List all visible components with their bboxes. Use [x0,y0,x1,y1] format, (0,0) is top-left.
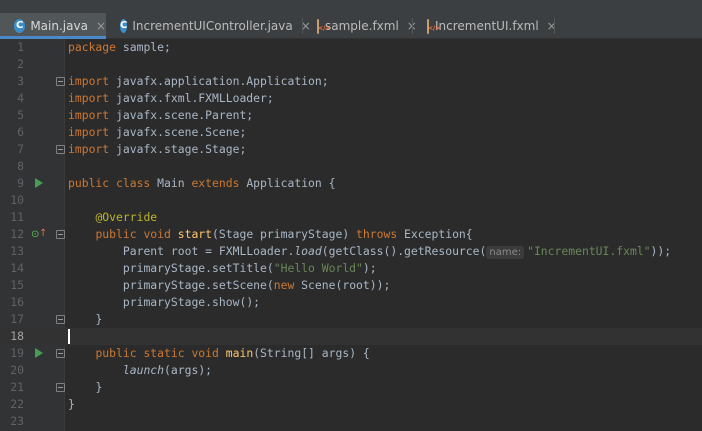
tab-label: IncrementUI.fxml [435,19,539,33]
line-number: 21 [10,380,24,394]
code-text: Parent root = FXMLLoader.load(getClass()… [122,244,672,259]
code-line[interactable]: 5 import javafx.scene.Parent; [0,107,702,124]
code-text: import javafx.fxml.FXMLLoader; [68,91,274,105]
line-number: 9 [17,176,24,190]
line-number: 18 [10,329,24,343]
fold-collapse-icon[interactable] [56,77,65,86]
code-line[interactable]: 22 } [0,396,702,413]
code-text: primaryStage.setTitle("Hello World"); [122,261,377,275]
tab-sample-fxml[interactable]: sample.fxml × [303,13,417,39]
code-line[interactable]: 2 [0,56,702,73]
line-number: 7 [17,142,24,156]
line-number: 2 [17,57,24,71]
code-line[interactable]: 17 } [0,311,702,328]
code-line[interactable]: 10 [0,192,702,209]
fold-collapse-icon[interactable] [56,383,65,392]
code-text: launch(args); [122,363,213,377]
code-text: @Override [95,210,158,224]
code-text: package sample; [68,40,171,54]
tab-label: sample.fxml [325,19,399,33]
code-line[interactable]: 21 } [0,379,702,396]
line-number: 5 [17,108,24,122]
run-icon[interactable] [35,178,43,188]
close-icon[interactable]: × [547,19,557,33]
tab-main-java[interactable]: C Main.java × [0,13,106,39]
fold-collapse-icon[interactable] [56,315,65,324]
tab-incrementuicontroller-java[interactable]: C IncrementUIController.java × [106,13,311,39]
code-line[interactable]: 6 import javafx.scene.Scene; [0,124,702,141]
line-number: 16 [10,295,24,309]
code-text: primaryStage.show(); [122,295,261,309]
code-text: import javafx.scene.Parent; [68,108,254,122]
code-line[interactable]: 3 import javafx.application.Application; [0,73,702,90]
line-number: 4 [17,91,24,105]
tab-separator [554,18,555,34]
code-line[interactable]: 7 import javafx.stage.Stage; [0,141,702,158]
code-text: } [95,380,103,394]
code-text: } [95,312,103,326]
code-line[interactable]: 8 [0,158,702,175]
code-line[interactable]: 1 package sample; [0,39,702,56]
tab-label: IncrementUIController.java [132,19,293,33]
close-icon[interactable]: × [96,19,106,33]
code-text: } [68,397,75,411]
tab-incrementui-fxml[interactable]: IncrementUI.fxml × [413,13,557,39]
run-icon[interactable] [35,348,43,358]
arrow-up-icon: ↑ [39,228,48,239]
line-number: 6 [17,125,24,139]
code-line[interactable]: 12 ⊙ ↑ public void start(Stage primarySt… [0,226,702,243]
line-number: 13 [10,244,24,258]
code-text: import javafx.scene.Scene; [68,125,247,139]
tab-label: Main.java [30,19,88,33]
code-text: public class Main extends Application { [68,176,336,190]
line-number: 20 [10,363,24,377]
fold-collapse-icon[interactable] [56,145,65,154]
java-class-icon: C [120,19,128,33]
fold-collapse-icon[interactable] [56,230,65,239]
current-code-line[interactable]: 18 [0,328,702,345]
code-line[interactable]: 20 launch(args); [0,362,702,379]
code-text: import javafx.application.Application; [68,74,329,88]
line-number: 10 [10,193,24,207]
line-number: 11 [10,210,24,224]
code-line[interactable]: 14 primaryStage.setTitle("Hello World"); [0,260,702,277]
code-line[interactable]: 13 Parent root = FXMLLoader.load(getClas… [0,243,702,260]
line-number: 22 [10,397,24,411]
line-number: 14 [10,261,24,275]
code-line[interactable]: 4 import javafx.fxml.FXMLLoader; [0,90,702,107]
code-line[interactable]: 11 @Override [0,209,702,226]
line-number: 3 [17,74,24,88]
fold-collapse-icon[interactable] [56,349,65,358]
code-text: import javafx.stage.Stage; [68,142,247,156]
code-line[interactable]: 23 [0,413,702,430]
line-number: 1 [17,40,24,54]
code-text: primaryStage.setScene(new Scene(root)); [122,278,391,292]
text-cursor [68,329,70,344]
line-number: 12 [10,227,24,241]
code-line[interactable]: 16 primaryStage.show(); [0,294,702,311]
parameter-hint: name: [486,246,525,259]
fxml-file-icon [427,18,429,34]
editor-tab-bar: C Main.java × C IncrementUIController.ja… [0,0,702,39]
fxml-file-icon [317,18,319,34]
code-text: public void start(Stage primaryStage) th… [95,227,473,241]
line-number: 8 [17,159,24,173]
code-text: public static void main(String[] args) { [95,346,370,360]
java-class-icon: C [14,19,26,33]
line-number: 15 [10,278,24,292]
line-number: 23 [10,414,24,428]
line-number: 17 [10,312,24,326]
line-number: 19 [10,346,24,360]
code-line[interactable]: 9 public class Main extends Application … [0,175,702,192]
code-line[interactable]: 19 public static void main(String[] args… [0,345,702,362]
code-line[interactable]: 15 primaryStage.setScene(new Scene(root)… [0,277,702,294]
